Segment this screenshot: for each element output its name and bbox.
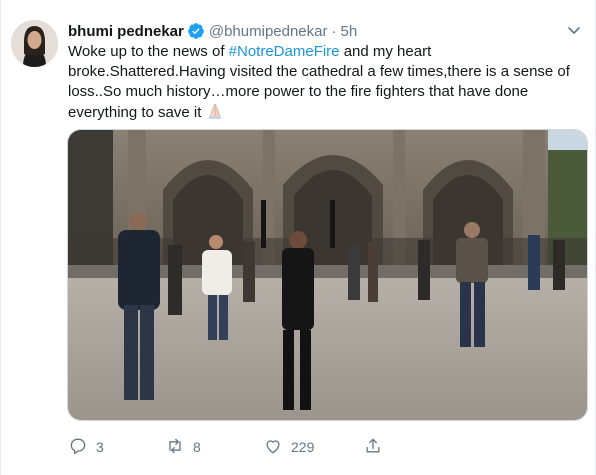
tweet-actions: 3 8 229 [68,436,588,458]
tweet-header: bhumi pednekar @bhumipednekar · 5h [68,20,357,42]
retweet-button[interactable]: 8 [165,436,201,458]
tweet-photo[interactable] [67,129,588,421]
share-button[interactable] [363,436,383,458]
tweet-text: Woke up to the news of #NotreDameFire an… [68,42,578,123]
tweet-time[interactable]: 5h [341,23,358,40]
reply-button[interactable]: 3 [68,436,104,458]
avatar[interactable] [11,20,58,67]
like-button[interactable]: 229 [263,436,314,458]
tweet-text-part-1: Woke up to the news of [68,43,229,60]
reply-icon [68,436,88,459]
author-handle[interactable]: @bhumipednekar [209,23,328,40]
like-count: 229 [291,439,315,455]
share-icon [363,436,383,459]
reply-count: 3 [96,439,104,455]
author-name[interactable]: bhumi pednekar [68,23,184,40]
chevron-down-icon[interactable] [566,22,582,38]
folded-hands-emoji [206,102,224,120]
hashtag-link[interactable]: #NotreDameFire [229,43,340,60]
like-icon [263,436,283,459]
verified-badge-icon [187,22,205,40]
tweet-card[interactable]: bhumi pednekar @bhumipednekar · 5h Woke … [0,0,596,475]
retweet-count: 8 [193,439,201,455]
retweet-icon [165,436,185,459]
separator-dot: · [331,22,337,40]
